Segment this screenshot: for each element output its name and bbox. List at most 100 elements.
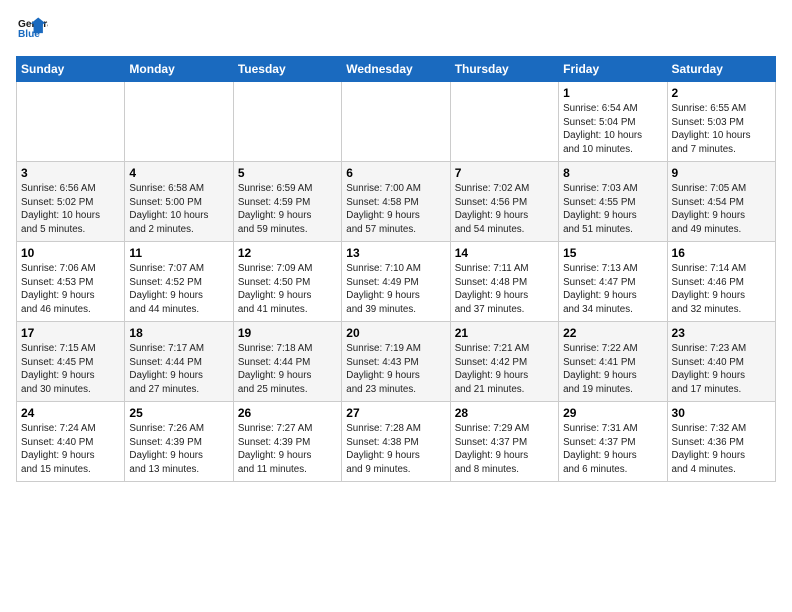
day-info: Sunrise: 7:22 AM Sunset: 4:41 PM Dayligh… xyxy=(563,342,662,397)
calendar-cell: 6 Sunrise: 7:00 AM Sunset: 4:58 PM Daylig… xyxy=(342,162,450,242)
day-number: 5 xyxy=(238,166,337,180)
logo-icon: General Blue xyxy=(16,16,48,44)
day-info: Sunrise: 7:26 AM Sunset: 4:39 PM Dayligh… xyxy=(129,422,228,477)
day-info: Sunrise: 6:56 AM Sunset: 5:02 PM Dayligh… xyxy=(21,182,120,237)
calendar-cell: 30 Sunrise: 7:32 AM Sunset: 4:36 PM Dayli… xyxy=(667,402,775,482)
weekday-header: Wednesday xyxy=(342,57,450,82)
day-number: 7 xyxy=(455,166,554,180)
day-info: Sunrise: 7:11 AM Sunset: 4:48 PM Dayligh… xyxy=(455,262,554,317)
calendar-cell: 24Sunrise: 7:24 AM Sunset: 4:40 PM Dayli… xyxy=(17,402,125,482)
day-info: Sunrise: 6:58 AM Sunset: 5:00 PM Dayligh… xyxy=(129,182,228,237)
calendar-cell: 15 Sunrise: 7:13 AM Sunset: 4:47 PM Dayli… xyxy=(559,242,667,322)
day-info: Sunrise: 7:32 AM Sunset: 4:36 PM Dayligh… xyxy=(672,422,771,477)
calendar-cell: 18 Sunrise: 7:17 AM Sunset: 4:44 PM Dayli… xyxy=(125,322,233,402)
calendar-cell xyxy=(450,82,558,162)
day-number: 25 xyxy=(129,406,228,420)
day-number: 8 xyxy=(563,166,662,180)
calendar-cell: 3 Sunrise: 6:56 AM Sunset: 5:02 PM Daylig… xyxy=(17,162,125,242)
calendar-cell: 26Sunrise: 7:27 AM Sunset: 4:39 PM Dayli… xyxy=(233,402,341,482)
day-number: 2 xyxy=(672,86,771,100)
day-info: Sunrise: 7:02 AM Sunset: 4:56 PM Dayligh… xyxy=(455,182,554,237)
day-number: 9 xyxy=(672,166,771,180)
calendar-cell: 2 Sunrise: 6:55 AM Sunset: 5:03 PM Daylig… xyxy=(667,82,775,162)
weekday-header: Thursday xyxy=(450,57,558,82)
calendar-week-row: 3 Sunrise: 6:56 AM Sunset: 5:02 PM Daylig… xyxy=(17,162,776,242)
day-info: Sunrise: 7:10 AM Sunset: 4:49 PM Dayligh… xyxy=(346,262,445,317)
calendar-cell: 23Sunrise: 7:23 AM Sunset: 4:40 PM Dayli… xyxy=(667,322,775,402)
calendar-cell xyxy=(17,82,125,162)
calendar-week-row: 1Sunrise: 6:54 AM Sunset: 5:04 PM Daylig… xyxy=(17,82,776,162)
day-info: Sunrise: 7:07 AM Sunset: 4:52 PM Dayligh… xyxy=(129,262,228,317)
day-number: 1 xyxy=(563,86,662,100)
day-info: Sunrise: 7:18 AM Sunset: 4:44 PM Dayligh… xyxy=(238,342,337,397)
day-info: Sunrise: 7:28 AM Sunset: 4:38 PM Dayligh… xyxy=(346,422,445,477)
day-info: Sunrise: 7:06 AM Sunset: 4:53 PM Dayligh… xyxy=(21,262,120,317)
day-number: 21 xyxy=(455,326,554,340)
day-number: 27 xyxy=(346,406,445,420)
calendar-cell: 17 Sunrise: 7:15 AM Sunset: 4:45 PM Dayli… xyxy=(17,322,125,402)
day-info: Sunrise: 7:19 AM Sunset: 4:43 PM Dayligh… xyxy=(346,342,445,397)
day-number: 14 xyxy=(455,246,554,260)
calendar-cell: 21Sunrise: 7:21 AM Sunset: 4:42 PM Dayli… xyxy=(450,322,558,402)
calendar-cell: 20 Sunrise: 7:19 AM Sunset: 4:43 PM Dayli… xyxy=(342,322,450,402)
day-info: Sunrise: 6:55 AM Sunset: 5:03 PM Dayligh… xyxy=(672,102,771,157)
calendar-cell: 9 Sunrise: 7:05 AM Sunset: 4:54 PM Daylig… xyxy=(667,162,775,242)
weekday-header: Monday xyxy=(125,57,233,82)
calendar: SundayMondayTuesdayWednesdayThursdayFrid… xyxy=(16,56,776,482)
day-number: 10 xyxy=(21,246,120,260)
calendar-cell xyxy=(125,82,233,162)
calendar-header-row: SundayMondayTuesdayWednesdayThursdayFrid… xyxy=(17,57,776,82)
day-number: 26 xyxy=(238,406,337,420)
day-number: 22 xyxy=(563,326,662,340)
calendar-cell: 11 Sunrise: 7:07 AM Sunset: 4:52 PM Dayli… xyxy=(125,242,233,322)
day-number: 30 xyxy=(672,406,771,420)
calendar-cell: 14 Sunrise: 7:11 AM Sunset: 4:48 PM Dayli… xyxy=(450,242,558,322)
calendar-cell: 1Sunrise: 6:54 AM Sunset: 5:04 PM Daylig… xyxy=(559,82,667,162)
day-info: Sunrise: 7:23 AM Sunset: 4:40 PM Dayligh… xyxy=(672,342,771,397)
day-number: 18 xyxy=(129,326,228,340)
weekday-header: Tuesday xyxy=(233,57,341,82)
day-info: Sunrise: 7:29 AM Sunset: 4:37 PM Dayligh… xyxy=(455,422,554,477)
day-number: 13 xyxy=(346,246,445,260)
header: General Blue xyxy=(16,16,776,44)
calendar-cell: 8Sunrise: 7:03 AM Sunset: 4:55 PM Daylig… xyxy=(559,162,667,242)
day-number: 19 xyxy=(238,326,337,340)
weekday-header: Sunday xyxy=(17,57,125,82)
day-info: Sunrise: 7:00 AM Sunset: 4:58 PM Dayligh… xyxy=(346,182,445,237)
calendar-cell: 27 Sunrise: 7:28 AM Sunset: 4:38 PM Dayli… xyxy=(342,402,450,482)
day-number: 4 xyxy=(129,166,228,180)
logo: General Blue xyxy=(16,16,52,44)
day-info: Sunrise: 7:14 AM Sunset: 4:46 PM Dayligh… xyxy=(672,262,771,317)
day-info: Sunrise: 7:13 AM Sunset: 4:47 PM Dayligh… xyxy=(563,262,662,317)
calendar-cell: 13 Sunrise: 7:10 AM Sunset: 4:49 PM Dayli… xyxy=(342,242,450,322)
day-info: Sunrise: 7:05 AM Sunset: 4:54 PM Dayligh… xyxy=(672,182,771,237)
day-info: Sunrise: 7:09 AM Sunset: 4:50 PM Dayligh… xyxy=(238,262,337,317)
day-number: 20 xyxy=(346,326,445,340)
calendar-week-row: 17 Sunrise: 7:15 AM Sunset: 4:45 PM Dayli… xyxy=(17,322,776,402)
calendar-cell: 5Sunrise: 6:59 AM Sunset: 4:59 PM Daylig… xyxy=(233,162,341,242)
day-info: Sunrise: 7:15 AM Sunset: 4:45 PM Dayligh… xyxy=(21,342,120,397)
day-info: Sunrise: 7:17 AM Sunset: 4:44 PM Dayligh… xyxy=(129,342,228,397)
day-number: 12 xyxy=(238,246,337,260)
day-number: 29 xyxy=(563,406,662,420)
day-number: 15 xyxy=(563,246,662,260)
day-number: 17 xyxy=(21,326,120,340)
calendar-cell: 16Sunrise: 7:14 AM Sunset: 4:46 PM Dayli… xyxy=(667,242,775,322)
calendar-cell: 28 Sunrise: 7:29 AM Sunset: 4:37 PM Dayli… xyxy=(450,402,558,482)
calendar-cell: 12 Sunrise: 7:09 AM Sunset: 4:50 PM Dayli… xyxy=(233,242,341,322)
calendar-cell: 7 Sunrise: 7:02 AM Sunset: 4:56 PM Daylig… xyxy=(450,162,558,242)
calendar-cell: 10 Sunrise: 7:06 AM Sunset: 4:53 PM Dayli… xyxy=(17,242,125,322)
day-number: 24 xyxy=(21,406,120,420)
day-number: 11 xyxy=(129,246,228,260)
calendar-cell: 19 Sunrise: 7:18 AM Sunset: 4:44 PM Dayli… xyxy=(233,322,341,402)
calendar-cell xyxy=(342,82,450,162)
calendar-week-row: 24Sunrise: 7:24 AM Sunset: 4:40 PM Dayli… xyxy=(17,402,776,482)
day-number: 3 xyxy=(21,166,120,180)
calendar-cell: 22 Sunrise: 7:22 AM Sunset: 4:41 PM Dayli… xyxy=(559,322,667,402)
day-number: 28 xyxy=(455,406,554,420)
weekday-header: Saturday xyxy=(667,57,775,82)
day-info: Sunrise: 7:31 AM Sunset: 4:37 PM Dayligh… xyxy=(563,422,662,477)
calendar-cell xyxy=(233,82,341,162)
calendar-cell: 25 Sunrise: 7:26 AM Sunset: 4:39 PM Dayli… xyxy=(125,402,233,482)
day-number: 6 xyxy=(346,166,445,180)
